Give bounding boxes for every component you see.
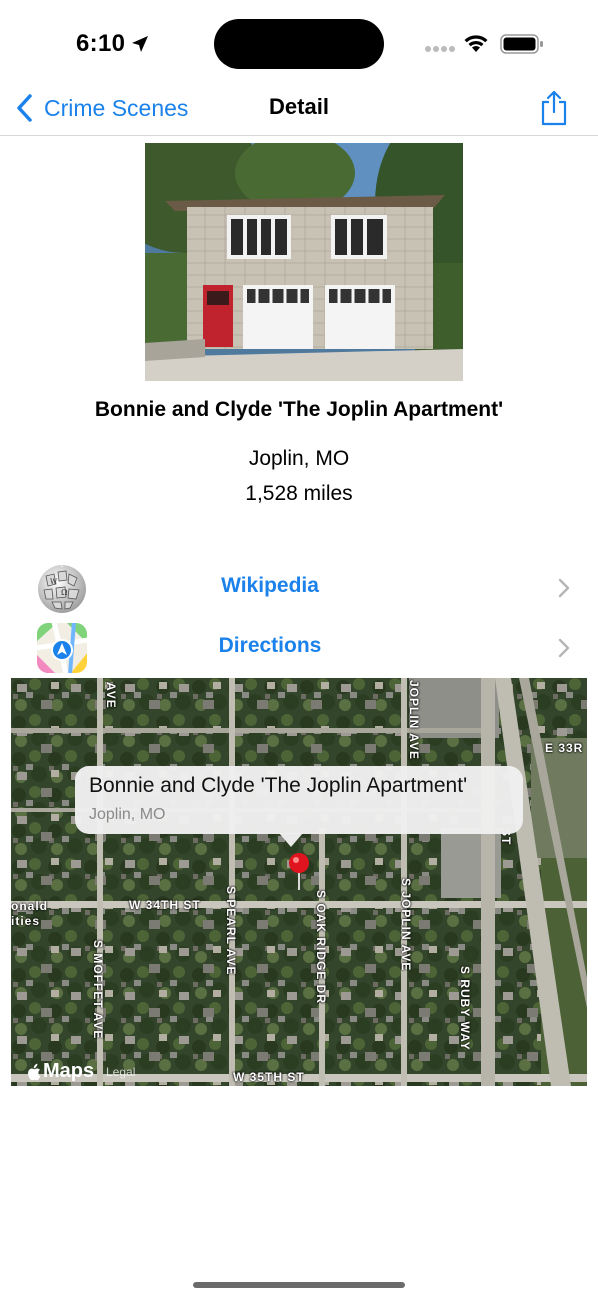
dynamic-island [214,19,384,69]
place-distance: 1,528 miles [245,482,353,505]
wifi-icon [464,35,488,52]
place-location: Joplin, MO [248,447,350,470]
street-label-moffet: S MOFFET AVE [91,940,105,1040]
chevron-right-icon [558,578,570,598]
home-indicator[interactable] [193,1282,405,1288]
street-label-joplin-ave-south: S JOPLIN AVE [399,878,413,972]
maps-logo: Maps [25,1060,94,1083]
cellular-signal-icon [425,46,455,52]
location-arrow-icon [132,36,148,52]
street-label-ave: AVE [104,682,118,709]
callout-title: Bonnie and Clyde 'The Joplin Apartment' [89,774,468,797]
crime-scene-photo [145,143,463,381]
place-title: Bonnie and Clyde 'The Joplin Apartment' [94,398,504,421]
street-label-ities: ities [11,914,41,928]
street-label-e33: E 33R [545,741,584,755]
page-title: Detail [269,94,329,119]
battery-icon [500,34,543,54]
map-pin-icon[interactable] [288,852,310,892]
directions-link-label: Directions [218,634,322,657]
street-label-oak-ridge: S OAK RIDGE DR [314,890,328,1005]
street-label-pearl: S PEARL AVE [224,886,238,976]
callout-tail [279,833,303,847]
street-label-ruby: S RUBY WAY [458,966,472,1051]
map-annotation-callout[interactable]: Bonnie and Clyde 'The Joplin Apartment' … [75,766,523,834]
directions-link-row[interactable]: Directions [0,620,598,676]
street-label-w34th: W 34TH ST [129,898,201,912]
navigation-bar: Crime Scenes Detail [0,84,598,136]
status-time: 6:10 [76,30,126,57]
street-label-w35th: W 35TH ST [233,1070,305,1084]
wikipedia-link-row[interactable]: W Ω Wikipedia [0,560,598,616]
street-label-joplin-ave-north: JOPLIN AVE [407,680,421,761]
map-view[interactable]: AVE JOPLIN AVE E 33R ST onald ities W 34… [11,678,587,1086]
street-label-onald: onald [11,899,48,913]
callout-subtitle: Joplin, MO [89,806,166,823]
wikipedia-link-label: Wikipedia [221,574,319,597]
legal-link[interactable]: Legal [106,1065,135,1079]
apple-logo-icon [28,1063,41,1080]
status-bar: 6:10 [0,0,598,88]
chevron-right-icon [558,638,570,658]
share-icon[interactable] [538,88,570,128]
maps-logo-text: Maps [43,1060,95,1082]
